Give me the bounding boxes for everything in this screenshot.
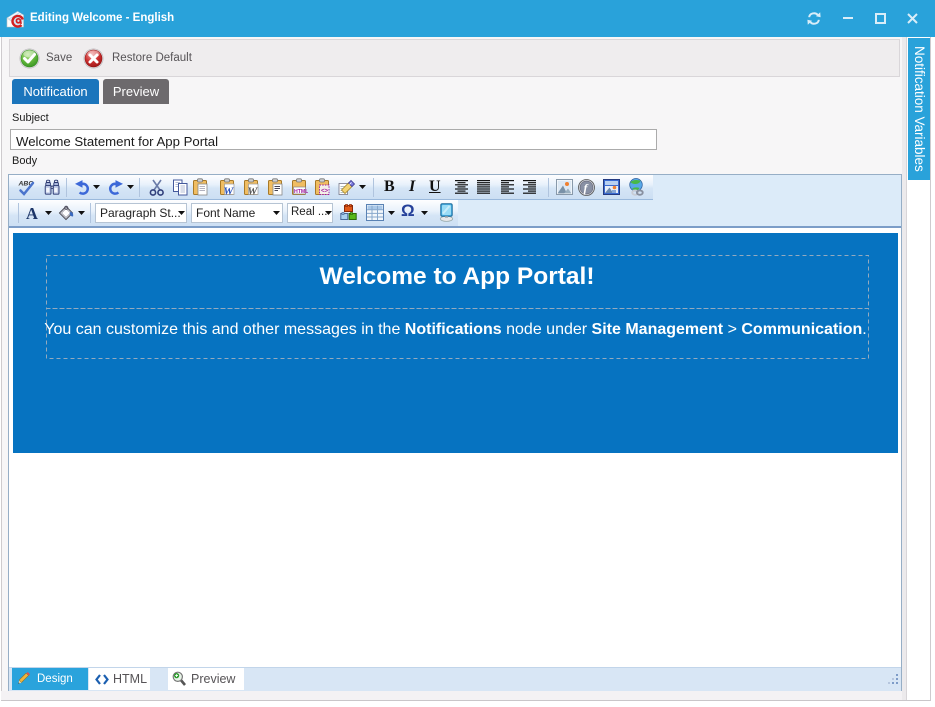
svg-text:W: W bbox=[224, 186, 235, 197]
svg-text:HTML: HTML bbox=[294, 189, 308, 195]
svg-text:W: W bbox=[248, 186, 259, 197]
svg-text:<>: <> bbox=[321, 189, 329, 195]
